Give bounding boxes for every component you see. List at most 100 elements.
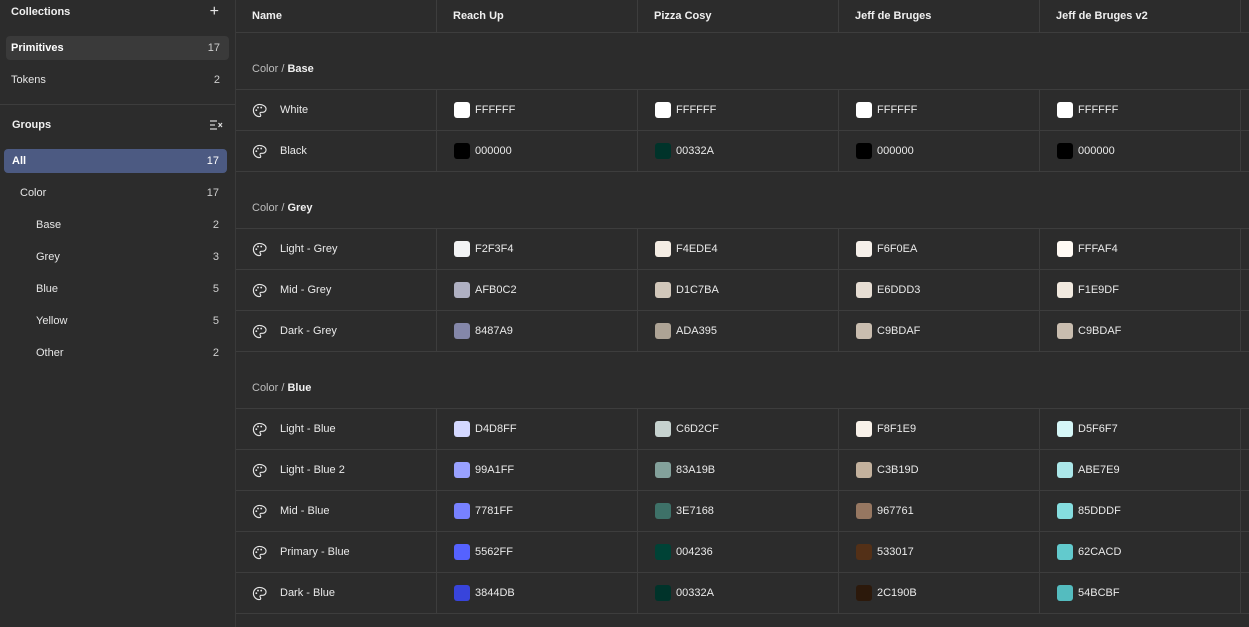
color-swatch[interactable]: [454, 241, 470, 257]
color-swatch[interactable]: [856, 462, 872, 478]
color-value-cell[interactable]: 62CACD: [1039, 532, 1240, 572]
color-value-cell[interactable]: FFFFFF: [637, 90, 838, 130]
color-value-cell[interactable]: FFFFFF: [838, 90, 1039, 130]
color-value-cell[interactable]: 99A1FF: [436, 450, 637, 490]
group-item-blue[interactable]: Blue 5: [4, 277, 227, 301]
variable-name-cell[interactable]: Light - Blue 2: [236, 450, 436, 490]
color-swatch[interactable]: [856, 323, 872, 339]
table-row[interactable]: Light - Grey F2F3F4 F4EDE4 F6F0EA FFFAF4: [236, 229, 1249, 270]
color-swatch[interactable]: [655, 143, 671, 159]
variable-name-cell[interactable]: Dark - Grey: [236, 311, 436, 351]
color-swatch[interactable]: [856, 143, 872, 159]
color-swatch[interactable]: [856, 544, 872, 560]
color-value-cell[interactable]: 967761: [838, 491, 1039, 531]
color-value-cell[interactable]: D4D8FF: [436, 409, 637, 449]
color-swatch[interactable]: [655, 503, 671, 519]
color-value-cell[interactable]: F1E9DF: [1039, 270, 1240, 310]
table-row[interactable]: Light - Blue D4D8FF C6D2CF F8F1E9 D5F6F7: [236, 409, 1249, 450]
color-value-cell[interactable]: F6F0EA: [838, 229, 1039, 269]
column-header-mode[interactable]: Pizza Cosy: [637, 0, 838, 32]
color-swatch[interactable]: [454, 585, 470, 601]
color-value-cell[interactable]: 000000: [436, 131, 637, 171]
table-row[interactable]: Mid - Grey AFB0C2 D1C7BA E6DDD3 F1E9DF: [236, 270, 1249, 311]
color-value-cell[interactable]: 7781FF: [436, 491, 637, 531]
variable-name-cell[interactable]: Primary - Blue: [236, 532, 436, 572]
group-item-color[interactable]: Color 17: [4, 181, 227, 205]
color-value-cell[interactable]: 8487A9: [436, 311, 637, 351]
group-item-base[interactable]: Base 2: [4, 213, 227, 237]
variable-name-cell[interactable]: White: [236, 90, 436, 130]
color-swatch[interactable]: [454, 143, 470, 159]
color-swatch[interactable]: [655, 282, 671, 298]
column-header-name[interactable]: Name: [236, 0, 436, 32]
color-value-cell[interactable]: ABE7E9: [1039, 450, 1240, 490]
collapse-groups-icon[interactable]: [209, 119, 223, 131]
color-value-cell[interactable]: FFFAF4: [1039, 229, 1240, 269]
collection-item-tokens[interactable]: Tokens 2: [6, 68, 229, 92]
color-swatch[interactable]: [856, 421, 872, 437]
color-value-cell[interactable]: F4EDE4: [637, 229, 838, 269]
color-swatch[interactable]: [856, 282, 872, 298]
color-value-cell[interactable]: D1C7BA: [637, 270, 838, 310]
color-swatch[interactable]: [856, 585, 872, 601]
color-swatch[interactable]: [856, 503, 872, 519]
color-value-cell[interactable]: 533017: [838, 532, 1039, 572]
color-value-cell[interactable]: 000000: [838, 131, 1039, 171]
color-value-cell[interactable]: FFFFFF: [436, 90, 637, 130]
color-swatch[interactable]: [1057, 143, 1073, 159]
table-row[interactable]: Dark - Grey 8487A9 ADA395 C9BDAF C9BDAF: [236, 311, 1249, 352]
color-swatch[interactable]: [1057, 241, 1073, 257]
color-value-cell[interactable]: 3844DB: [436, 573, 637, 613]
table-row[interactable]: White FFFFFF FFFFFF FFFFFF FFFFFF: [236, 90, 1249, 131]
variable-name-cell[interactable]: Light - Blue: [236, 409, 436, 449]
color-value-cell[interactable]: 000000: [1039, 131, 1240, 171]
color-value-cell[interactable]: ADA395: [637, 311, 838, 351]
color-value-cell[interactable]: 3E7168: [637, 491, 838, 531]
color-swatch[interactable]: [454, 102, 470, 118]
color-value-cell[interactable]: 5562FF: [436, 532, 637, 572]
color-swatch[interactable]: [655, 323, 671, 339]
color-swatch[interactable]: [1057, 503, 1073, 519]
color-swatch[interactable]: [1057, 323, 1073, 339]
group-item-other[interactable]: Other 2: [4, 341, 227, 365]
color-swatch[interactable]: [655, 421, 671, 437]
variable-name-cell[interactable]: Mid - Grey: [236, 270, 436, 310]
color-value-cell[interactable]: F8F1E9: [838, 409, 1039, 449]
variable-name-cell[interactable]: Light - Grey: [236, 229, 436, 269]
color-swatch[interactable]: [655, 241, 671, 257]
color-swatch[interactable]: [655, 585, 671, 601]
color-value-cell[interactable]: FFFFFF: [1039, 90, 1240, 130]
table-row[interactable]: Light - Blue 2 99A1FF 83A19B C3B19D ABE7E9: [236, 450, 1249, 491]
color-value-cell[interactable]: C3B19D: [838, 450, 1039, 490]
add-collection-icon[interactable]: +: [210, 4, 219, 20]
color-swatch[interactable]: [1057, 462, 1073, 478]
color-value-cell[interactable]: 85DDDF: [1039, 491, 1240, 531]
color-swatch[interactable]: [655, 102, 671, 118]
collection-item-primitives[interactable]: Primitives 17: [6, 36, 229, 60]
color-value-cell[interactable]: AFB0C2: [436, 270, 637, 310]
color-swatch[interactable]: [1057, 282, 1073, 298]
table-row[interactable]: Black 000000 00332A 000000 000000: [236, 131, 1249, 172]
color-value-cell[interactable]: F2F3F4: [436, 229, 637, 269]
group-item-grey[interactable]: Grey 3: [4, 245, 227, 269]
color-swatch[interactable]: [655, 462, 671, 478]
color-swatch[interactable]: [454, 462, 470, 478]
color-swatch[interactable]: [454, 323, 470, 339]
color-value-cell[interactable]: E6DDD3: [838, 270, 1039, 310]
table-row[interactable]: Primary - Blue 5562FF 004236 533017 62CACD: [236, 532, 1249, 573]
variable-name-cell[interactable]: Mid - Blue: [236, 491, 436, 531]
color-swatch[interactable]: [856, 241, 872, 257]
color-swatch[interactable]: [655, 544, 671, 560]
color-value-cell[interactable]: C6D2CF: [637, 409, 838, 449]
color-swatch[interactable]: [1057, 102, 1073, 118]
color-value-cell[interactable]: 2C190B: [838, 573, 1039, 613]
color-swatch[interactable]: [1057, 544, 1073, 560]
table-row[interactable]: Dark - Blue 3844DB 00332A 2C190B 54BCBF: [236, 573, 1249, 614]
color-value-cell[interactable]: 004236: [637, 532, 838, 572]
variable-name-cell[interactable]: Black: [236, 131, 436, 171]
variable-name-cell[interactable]: Dark - Blue: [236, 573, 436, 613]
color-swatch[interactable]: [856, 102, 872, 118]
column-header-mode[interactable]: Reach Up: [436, 0, 637, 32]
color-swatch[interactable]: [454, 503, 470, 519]
color-value-cell[interactable]: 00332A: [637, 573, 838, 613]
